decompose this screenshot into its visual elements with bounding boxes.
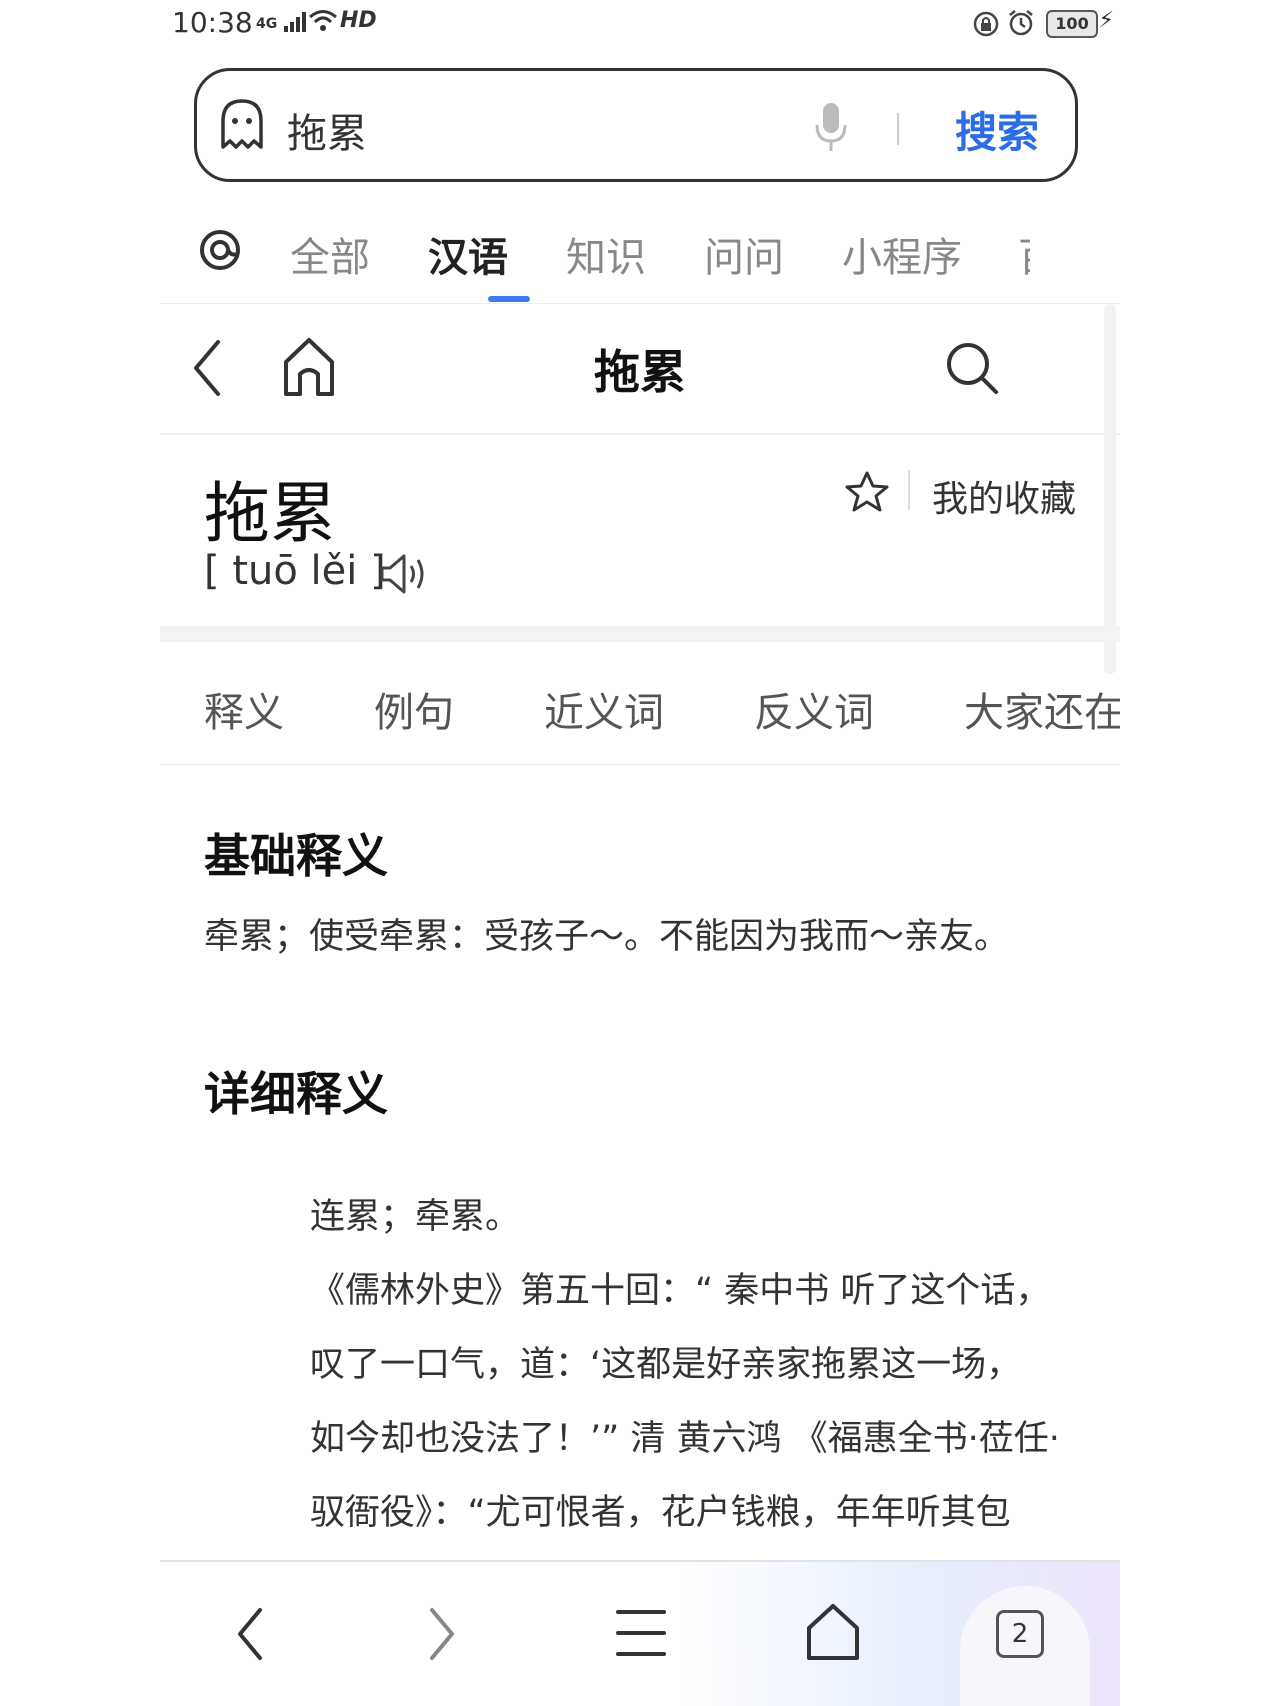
section-band xyxy=(160,626,1120,642)
search-divider xyxy=(897,113,899,145)
tab-more[interactable]: 百 xyxy=(1018,225,1030,283)
section-tabs-divider xyxy=(160,764,1120,765)
wifi-icon xyxy=(309,10,337,31)
search-box[interactable]: 拖累 搜索 xyxy=(194,68,1078,182)
alarm-icon xyxy=(1009,10,1033,36)
tab-all[interactable]: 全部 xyxy=(290,225,370,283)
speaker-icon[interactable] xyxy=(378,550,430,598)
nav-home-icon[interactable] xyxy=(804,1602,862,1662)
signal-icon xyxy=(284,12,307,32)
my-favorites-link[interactable]: 我的收藏 xyxy=(932,470,1076,522)
tab-divider xyxy=(160,303,1120,304)
basic-definition-heading: 基础释义 xyxy=(204,829,388,883)
at-icon[interactable] xyxy=(198,228,242,272)
detail-line: 驭衙役》：“尤可恨者，花户钱粮，年年听其包 xyxy=(310,1493,1011,1533)
phone-screen: 10:38 4G HD 100 ⚡ 拖累 搜索 全部 汉语 知识 问问 小程序 … xyxy=(160,0,1120,1706)
basic-definition-text: 牵累；使受牵累：受孩子～。不能因为我而～亲友。 xyxy=(204,917,1010,957)
tab-knowledge[interactable]: 知识 xyxy=(566,225,646,283)
tab-indicator xyxy=(488,296,530,302)
tab-mini-programs[interactable]: 小程序 xyxy=(842,225,962,283)
microphone-icon[interactable] xyxy=(813,101,849,153)
tabs-count-button[interactable]: 2 xyxy=(996,1610,1044,1658)
detail-line: 叹了一口气，道：‘这都是好亲家拖累这一场， xyxy=(310,1345,1022,1385)
search-button[interactable]: 搜索 xyxy=(955,99,1039,160)
detail-line: 《儒林外史》第五十回：“ 秦中书 听了这个话， xyxy=(310,1271,1051,1311)
tab-questions[interactable]: 问问 xyxy=(704,225,784,283)
tab-synonyms[interactable]: 近义词 xyxy=(544,680,664,738)
entry-word: 拖累 xyxy=(204,475,336,552)
bottom-nav-divider xyxy=(160,1560,1120,1562)
tab-antonyms[interactable]: 反义词 xyxy=(754,680,874,738)
status-time: 10:38 xyxy=(172,6,253,39)
ghost-logo-icon xyxy=(221,99,263,149)
nav-forward-icon[interactable] xyxy=(424,1604,460,1664)
detailed-definition-heading: 详细释义 xyxy=(204,1067,388,1121)
tab-chinese[interactable]: 汉语 xyxy=(428,225,508,283)
charging-icon: ⚡ xyxy=(1098,8,1114,33)
network-indicator: 4G xyxy=(256,10,308,34)
network-label: 4G xyxy=(256,16,278,32)
search-input[interactable]: 拖累 xyxy=(287,101,367,159)
tab-others-searching[interactable]: 大家还在 xyxy=(964,680,1120,738)
tab-definitions[interactable]: 释义 xyxy=(204,680,284,738)
tab-examples[interactable]: 例句 xyxy=(374,680,454,738)
detail-line: 连累；牵累。 xyxy=(310,1197,521,1237)
detail-line: 如今却也没法了！’” 清 黄六鸿 《福惠全书·莅任· xyxy=(310,1419,1060,1459)
lock-rotation-icon xyxy=(973,11,999,37)
star-icon[interactable] xyxy=(844,470,890,514)
search-icon[interactable] xyxy=(944,340,1002,398)
entry-pinyin: [ tuō lěi ] xyxy=(204,548,386,594)
hd-badge: HD xyxy=(340,8,377,33)
battery-indicator: 100 xyxy=(1046,10,1098,38)
nav-back-icon[interactable] xyxy=(232,1604,268,1664)
menu-icon[interactable] xyxy=(614,1606,668,1660)
header-divider xyxy=(160,433,1120,435)
favorites-divider xyxy=(908,470,910,510)
